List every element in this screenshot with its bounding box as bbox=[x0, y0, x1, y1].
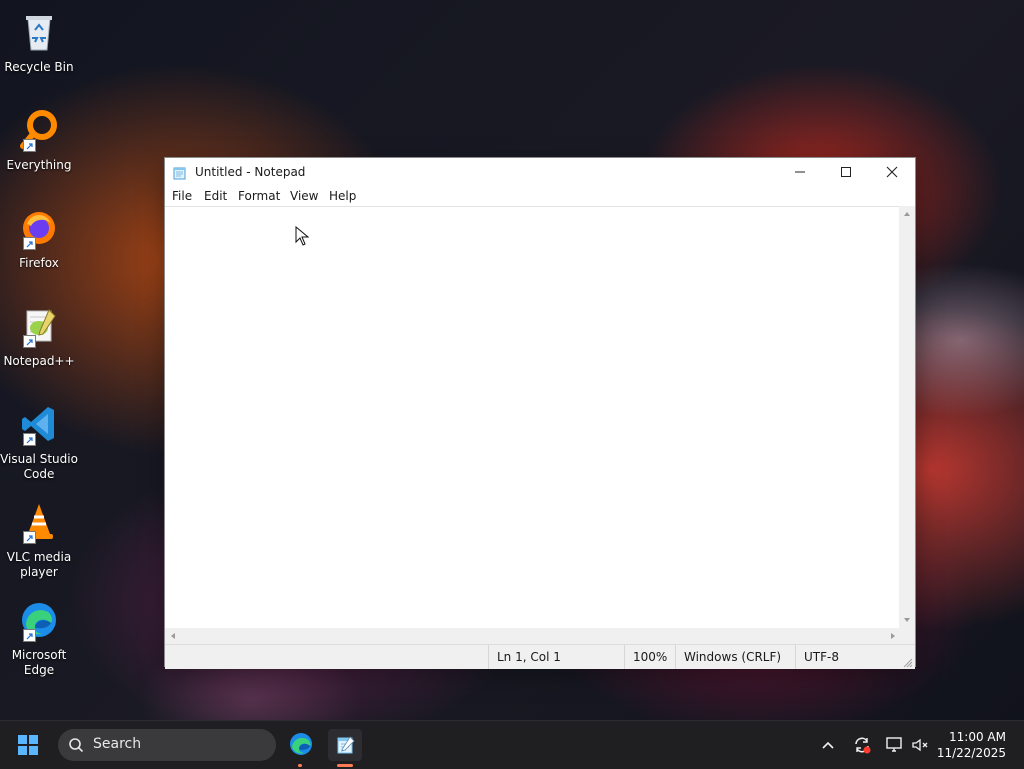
scroll-left-arrow-icon[interactable] bbox=[165, 628, 181, 644]
status-bar: Ln 1, Col 1 100% Windows (CRLF) UTF-8 bbox=[165, 644, 915, 669]
desktop-icon-label: Visual Studio Code bbox=[0, 452, 78, 481]
search-label: Search bbox=[93, 736, 142, 752]
maximize-button[interactable] bbox=[823, 158, 869, 186]
desktop-icon-edge[interactable]: Microsoft Edge bbox=[0, 588, 78, 678]
minimize-icon bbox=[795, 171, 805, 173]
shortcut-arrow-icon bbox=[23, 433, 36, 446]
shortcut-arrow-icon bbox=[23, 335, 36, 348]
desktop-icon-label: Recycle Bin bbox=[4, 60, 74, 74]
menu-edit[interactable]: Edit bbox=[204, 189, 227, 203]
everything-icon bbox=[15, 106, 63, 154]
menu-file[interactable]: File bbox=[172, 189, 192, 203]
desktop-icon-label: Firefox bbox=[19, 256, 59, 270]
window-title: Untitled - Notepad bbox=[195, 165, 306, 179]
desktop-icon-everything[interactable]: Everything bbox=[0, 98, 78, 173]
desktop-icon-firefox[interactable]: Firefox bbox=[0, 196, 78, 271]
title-bar[interactable]: Untitled - Notepad bbox=[165, 158, 915, 186]
show-hidden-icons-button[interactable] bbox=[818, 735, 838, 755]
desktop-icon-recycle-bin[interactable]: Recycle Bin bbox=[0, 0, 78, 75]
close-icon bbox=[886, 166, 898, 178]
shortcut-arrow-icon bbox=[23, 531, 36, 544]
notepad-plus-plus-icon bbox=[15, 302, 63, 350]
menu-view[interactable]: View bbox=[290, 189, 318, 203]
firefox-icon bbox=[15, 204, 63, 252]
notepad-icon bbox=[337, 736, 355, 754]
maximize-icon bbox=[841, 167, 851, 177]
sync-status-button[interactable] bbox=[850, 733, 874, 757]
desktop-icon-vlc[interactable]: VLC media player bbox=[0, 490, 78, 580]
status-encoding: UTF-8 bbox=[795, 645, 901, 669]
text-editor-area[interactable] bbox=[165, 206, 901, 629]
scroll-down-arrow-icon[interactable] bbox=[899, 612, 915, 628]
shortcut-arrow-icon bbox=[23, 237, 36, 250]
edge-icon bbox=[15, 596, 63, 644]
desktop-icon-label: VLC media player bbox=[6, 550, 72, 579]
menu-help[interactable]: Help bbox=[329, 189, 356, 203]
shortcut-arrow-icon bbox=[23, 139, 36, 152]
network-monitor-icon bbox=[886, 737, 902, 752]
mouse-cursor-icon bbox=[295, 226, 309, 246]
vertical-scrollbar[interactable] bbox=[899, 206, 915, 628]
notepad-active-indicator bbox=[337, 764, 353, 767]
clock-time: 11:00 AM bbox=[949, 730, 1006, 744]
system-clock[interactable]: 11:00 AM 11/22/2025 bbox=[926, 729, 1006, 761]
desktop-icon-label: Everything bbox=[6, 158, 72, 172]
desktop-icon-label: Notepad++ bbox=[3, 354, 75, 368]
menu-bar: File Edit Format View Help bbox=[165, 186, 915, 206]
taskbar-notepad-button[interactable] bbox=[328, 729, 362, 761]
vscode-icon bbox=[15, 400, 63, 448]
horizontal-scrollbar[interactable] bbox=[165, 628, 901, 644]
taskbar: Search 11:00 AM 11/22/2025 bbox=[0, 720, 1024, 769]
edge-running-indicator bbox=[298, 764, 302, 767]
resize-grip-icon[interactable] bbox=[903, 657, 913, 668]
search-icon bbox=[69, 738, 84, 753]
vlc-icon bbox=[15, 498, 63, 546]
minimize-button[interactable] bbox=[777, 158, 823, 186]
edge-icon bbox=[290, 733, 312, 755]
scroll-up-arrow-icon[interactable] bbox=[899, 206, 915, 222]
close-button[interactable] bbox=[869, 158, 915, 186]
desktop-icon-label: Microsoft Edge bbox=[11, 648, 67, 677]
notepad-app-icon bbox=[173, 165, 187, 180]
shortcut-arrow-icon bbox=[23, 629, 36, 642]
status-zoom: 100% bbox=[624, 645, 675, 669]
scrollbar-corner bbox=[899, 628, 915, 644]
sync-alert-icon bbox=[855, 737, 871, 754]
start-button[interactable] bbox=[16, 733, 40, 757]
desktop-icon-notepad-plus-plus[interactable]: Notepad++ bbox=[0, 294, 78, 369]
taskbar-edge-button[interactable] bbox=[286, 729, 316, 759]
chevron-up-icon bbox=[822, 741, 834, 749]
windows-logo-icon bbox=[18, 735, 38, 755]
notepad-window: Untitled - Notepad File Edit Format View… bbox=[164, 157, 916, 669]
status-line-endings: Windows (CRLF) bbox=[675, 645, 795, 669]
clock-date: 11/22/2025 bbox=[936, 746, 1006, 760]
network-button[interactable] bbox=[882, 733, 906, 757]
status-cursor-position: Ln 1, Col 1 bbox=[488, 645, 624, 669]
taskbar-search-box[interactable]: Search bbox=[58, 729, 276, 761]
desktop-icon-vscode[interactable]: Visual Studio Code bbox=[0, 392, 78, 482]
menu-format[interactable]: Format bbox=[238, 189, 280, 203]
recycle-bin-icon bbox=[15, 8, 63, 56]
